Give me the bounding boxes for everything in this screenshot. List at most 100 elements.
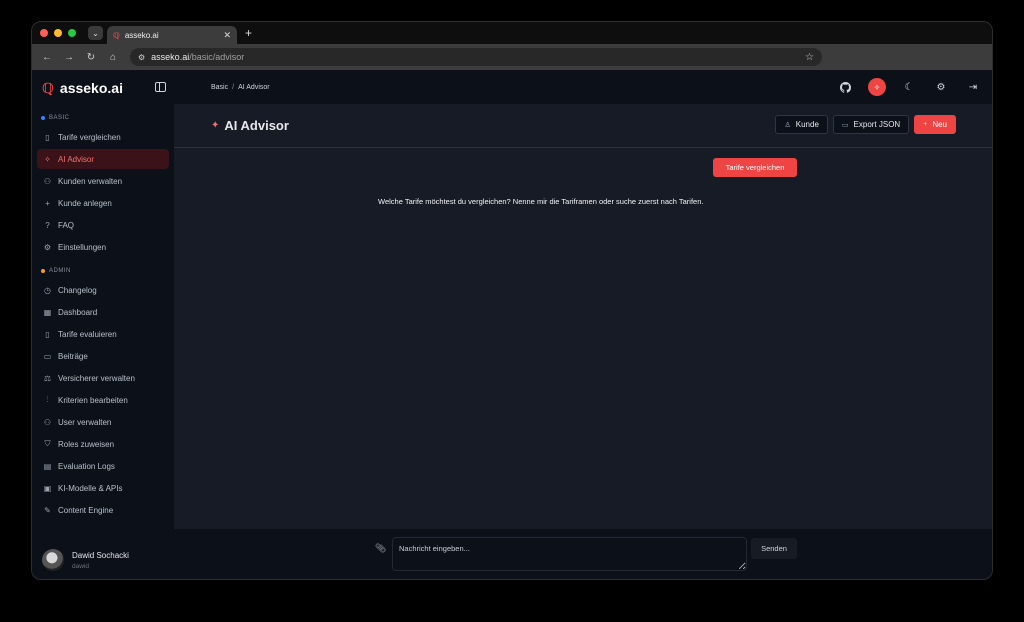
browser-tab[interactable]: ℚ asseko.ai ✕ [107, 26, 237, 44]
bookmark-star-icon[interactable]: ☆ [805, 52, 814, 63]
sidebar-item-content-engine[interactable]: ✎ Content Engine [37, 500, 169, 520]
sidebar-item-dashboard[interactable]: ▦ Dashboard [37, 302, 169, 322]
paperclip-icon[interactable]: 📎︎ [375, 543, 386, 554]
gear-icon[interactable]: ⚙ [932, 78, 950, 96]
sidebar-item-label: FAQ [58, 220, 75, 230]
browser-window: ⌄ ℚ asseko.ai ✕ + ← → ↻ ⌂ ⚙ asseko.ai/ba… [31, 21, 993, 580]
forward-icon[interactable]: → [64, 52, 74, 63]
sidebar-item-tarife-evaluieren[interactable]: ▯ Tarife evaluieren [37, 324, 169, 344]
edit-icon: ✎ [44, 505, 51, 515]
main-content: Basic/AI Advisor ✧ ☾ ⚙ ⇥ ✦ AI Advisor [174, 70, 992, 579]
sparkles-icon: ✦ [211, 120, 220, 131]
github-icon[interactable] [836, 78, 854, 96]
sidebar-item-faq[interactable]: ? FAQ [37, 215, 169, 235]
address-bar[interactable]: ⚙ asseko.ai/basic/advisor ☆ [130, 48, 822, 66]
minimize-window-button[interactable] [54, 29, 62, 37]
plus-icon: + [45, 198, 50, 208]
sidebar-item-label: AI Advisor [58, 154, 95, 164]
sidebar-item-user-verwalten[interactable]: ⚇ User verwalten [37, 412, 169, 432]
user-handle: dawid [72, 562, 89, 570]
kunde-button[interactable]: ♙ Kunde [775, 115, 828, 134]
new-button[interactable]: + Neu [914, 115, 956, 134]
user-profile[interactable]: Dawid Sochacki dawid [42, 549, 129, 571]
composer: 📎︎ Senden [174, 529, 992, 579]
sidebar-item-ai-advisor[interactable]: ✧ AI Advisor [37, 149, 169, 169]
assistant-message: Welche Tarife möchtest du vergleichen? N… [378, 197, 704, 206]
sidebar-item-label: Roles zuweisen [58, 439, 115, 449]
ai-sparkle-icon[interactable]: ✧ [868, 78, 886, 96]
sidebar-item-label: Tarife evaluieren [58, 329, 117, 339]
breadcrumb-current: AI Advisor [238, 83, 270, 91]
section-admin: ADMIN [32, 263, 174, 279]
receipt-icon: ▭ [43, 351, 52, 361]
history-icon: ◷ [44, 285, 51, 295]
browser-toolbar: ← → ↻ ⌂ ⚙ asseko.ai/basic/advisor ☆ [32, 44, 992, 70]
sidebar-item-changelog[interactable]: ◷ Changelog [37, 280, 169, 300]
sidebar-item-tarife-vergleichen[interactable]: ▯ Tarife vergleichen [37, 127, 169, 147]
section-basic: BASIC [32, 110, 174, 126]
sidebar-item-einstellungen[interactable]: ⚙ Einstellungen [37, 237, 169, 257]
maximize-window-button[interactable] [68, 29, 76, 37]
sidebar-item-roles-zuweisen[interactable]: ⛉ Roles zuweisen [37, 434, 169, 454]
sidebar-item-ki-modelle-apis[interactable]: ▣ KI-Modelle & APIs [37, 478, 169, 498]
download-icon: ▭ [841, 121, 849, 129]
document-icon: ▯ [45, 132, 50, 142]
tab-title: asseko.ai [124, 30, 159, 40]
site-info-icon[interactable]: ⚙ [138, 53, 145, 62]
sidebar-item-kriterien-bearbeiten[interactable]: ⫶ Kriterien bearbeiten [37, 390, 169, 410]
home-icon[interactable]: ⌂ [108, 52, 118, 63]
user-name: Dawid Sochacki [72, 550, 129, 560]
close-tab-icon[interactable]: ✕ [223, 30, 231, 41]
logout-icon[interactable]: ⇥ [964, 78, 982, 96]
send-button[interactable]: Senden [751, 538, 797, 559]
sidebar-item-label: Versicherer verwalten [58, 373, 135, 383]
sidebar-toggle-icon[interactable] [155, 82, 166, 92]
message-input[interactable] [392, 537, 747, 571]
moon-icon[interactable]: ☾ [900, 78, 918, 96]
app-root: ℚ asseko.ai BASIC ▯ Tarife vergleichen ✧ AI… [32, 70, 992, 579]
users-icon: ⚇ [43, 176, 52, 186]
topbar-actions: ✧ ☾ ⚙ ⇥ [836, 78, 982, 96]
header-actions: ♙ Kunde ▭ Export JSON + Neu [775, 115, 956, 134]
chat-area: Tarife vergleichen Welche Tarife möchtes… [174, 148, 992, 529]
sidebar-item-label: Kriterien bearbeiten [58, 395, 128, 405]
sidebar-item-label: Kunde anlegen [58, 198, 112, 208]
sparkles-icon: ✧ [44, 154, 51, 164]
sidebar-item-beitr-ge[interactable]: ▭ Beiträge [37, 346, 169, 366]
breadcrumb-root[interactable]: Basic [211, 84, 228, 91]
sidebar-item-label: User verwalten [58, 417, 112, 427]
sidebar-item-label: Changelog [58, 285, 97, 295]
brand-name: asseko.ai [59, 80, 123, 96]
reload-icon[interactable]: ↻ [86, 52, 96, 63]
user-group-icon: ⚇ [43, 417, 52, 427]
sidebar-item-label: Content Engine [58, 505, 114, 515]
url-text: asseko.ai/basic/advisor [151, 52, 245, 62]
tab-search-button[interactable]: ⌄ [88, 26, 103, 40]
brand[interactable]: ℚ asseko.ai [32, 70, 174, 106]
sidebar-item-label: Dashboard [58, 307, 98, 317]
file-check-icon: ▯ [45, 329, 50, 339]
page-header: ✦ AI Advisor ♙ Kunde ▭ Export JSON + Neu [174, 104, 992, 148]
window-controls [40, 29, 76, 37]
sidebar-item-kunde-anlegen[interactable]: + Kunde anlegen [37, 193, 169, 213]
help-circle-icon: ? [45, 220, 50, 230]
new-tab-button[interactable]: + [245, 26, 252, 40]
section-label: ADMIN [49, 268, 71, 274]
sidebar-item-label: Tarife vergleichen [58, 132, 121, 142]
breadcrumb: Basic / AI Advisor [211, 83, 270, 91]
sidebar-item-versicherer-verwalten[interactable]: ⚖ Versicherer verwalten [37, 368, 169, 388]
section-dot [41, 116, 45, 120]
favicon-icon: ℚ [113, 30, 120, 40]
sidebar-item-evaluation-logs[interactable]: ▤ Evaluation Logs [37, 456, 169, 476]
plus-icon: + [923, 121, 928, 128]
back-icon[interactable]: ← [42, 52, 52, 63]
browser-tabbar: ⌄ ℚ asseko.ai ✕ + [32, 22, 992, 44]
grid-icon: ▦ [43, 307, 52, 317]
sidebar-item-label: Kunden verwalten [58, 176, 123, 186]
close-window-button[interactable] [40, 29, 48, 37]
settings-icon: ⚙ [43, 242, 52, 252]
export-json-button[interactable]: ▭ Export JSON [832, 115, 910, 134]
log-file-icon: ▤ [43, 461, 52, 471]
sidebar-item-kunden-verwalten[interactable]: ⚇ Kunden verwalten [37, 171, 169, 191]
chevron-down-icon: ⌄ [92, 28, 99, 38]
